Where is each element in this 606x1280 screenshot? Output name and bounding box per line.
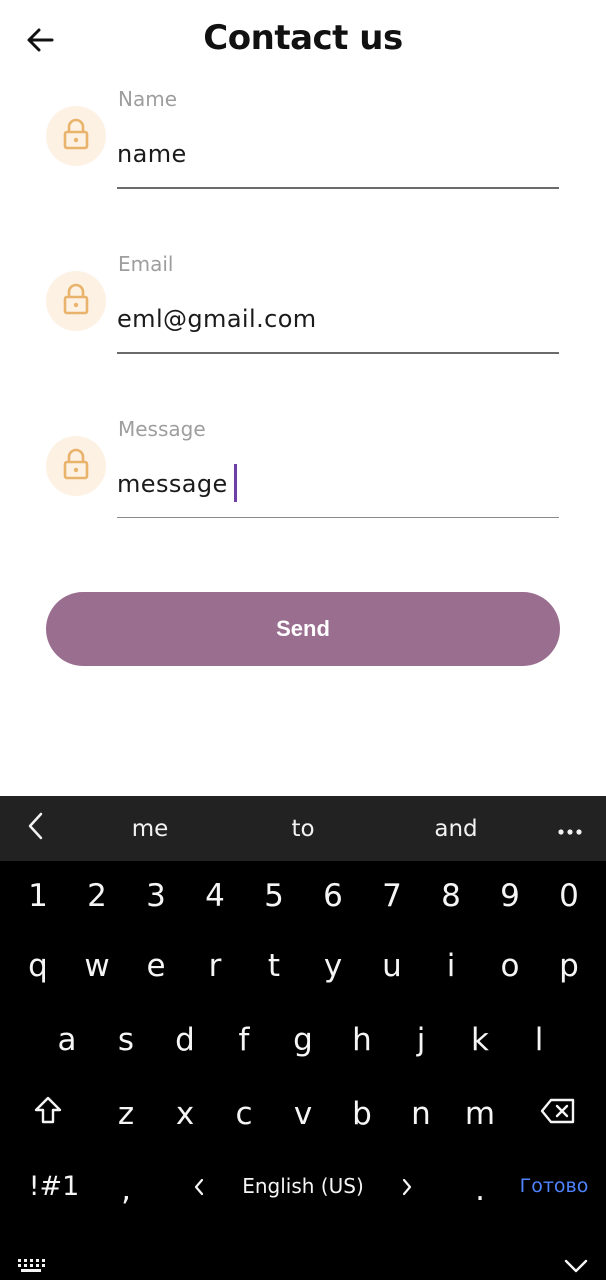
chevron-down-icon	[564, 1245, 588, 1280]
key-x[interactable]: x	[157, 1084, 213, 1144]
key-h[interactable]: h	[334, 1010, 390, 1070]
suggestion-item[interactable]: to	[243, 796, 363, 861]
key-g[interactable]: g	[275, 1010, 331, 1070]
key-f[interactable]: f	[216, 1010, 272, 1070]
key-m[interactable]: m	[452, 1084, 508, 1144]
spacebar-language-label[interactable]: English (US)	[223, 1156, 383, 1216]
more-horizontal-icon	[557, 816, 583, 842]
email-underline	[117, 352, 559, 354]
key-8[interactable]: 8	[423, 866, 479, 926]
key-s[interactable]: s	[98, 1010, 154, 1070]
suggestion-item[interactable]: me	[90, 796, 210, 861]
backspace-key[interactable]	[528, 1084, 588, 1144]
key-2[interactable]: 2	[69, 866, 125, 926]
language-next-button[interactable]	[390, 1156, 424, 1216]
key-r[interactable]: r	[187, 936, 243, 996]
key-w[interactable]: w	[69, 936, 125, 996]
done-key[interactable]: Готово	[514, 1156, 594, 1216]
key-1[interactable]: 1	[10, 866, 66, 926]
key-q[interactable]: q	[10, 936, 66, 996]
key-5[interactable]: 5	[246, 866, 302, 926]
collapse-suggestions-button[interactable]	[14, 796, 58, 861]
page-title: Contact us	[203, 18, 403, 58]
symbols-key[interactable]: !#1	[24, 1156, 84, 1216]
key-6[interactable]: 6	[305, 866, 361, 926]
chevron-left-icon	[193, 1168, 205, 1204]
key-7[interactable]: 7	[364, 866, 420, 926]
keyboard-switch-button[interactable]	[14, 1246, 48, 1280]
key-z[interactable]: z	[98, 1084, 154, 1144]
text-caret	[234, 464, 237, 502]
more-options-button[interactable]	[546, 796, 594, 861]
keyboard-icon	[17, 1245, 45, 1280]
name-input[interactable]	[117, 134, 559, 174]
message-field-icon-badge	[46, 436, 106, 496]
key-o[interactable]: o	[482, 936, 538, 996]
key-p[interactable]: p	[541, 936, 597, 996]
key-n[interactable]: n	[393, 1084, 449, 1144]
key-4[interactable]: 4	[187, 866, 243, 926]
lock-icon	[62, 448, 90, 485]
email-field-icon-badge	[46, 271, 106, 331]
chevron-left-icon	[26, 811, 46, 847]
language-prev-button[interactable]	[182, 1156, 216, 1216]
key-k[interactable]: k	[452, 1010, 508, 1070]
key-b[interactable]: b	[334, 1084, 390, 1144]
email-input[interactable]	[117, 299, 559, 339]
message-underline	[117, 517, 559, 518]
app-bar: Contact us	[0, 0, 606, 84]
key-i[interactable]: i	[423, 936, 479, 996]
name-label: Name	[118, 87, 178, 111]
key-j[interactable]: j	[393, 1010, 449, 1070]
onscreen-keyboard: me to and 1 2 3 4 5 6 7 8 9 0 q w e r t …	[0, 796, 606, 1280]
key-u[interactable]: u	[364, 936, 420, 996]
hide-keyboard-button[interactable]	[556, 1246, 596, 1280]
backspace-icon	[540, 1096, 576, 1132]
lock-icon	[62, 283, 90, 320]
chevron-right-icon	[401, 1168, 413, 1204]
key-3[interactable]: 3	[128, 866, 184, 926]
message-label: Message	[118, 417, 206, 441]
suggestion-item[interactable]: and	[396, 796, 516, 861]
key-e[interactable]: e	[128, 936, 184, 996]
period-key[interactable]: .	[452, 1160, 508, 1220]
send-button[interactable]: Send	[46, 592, 560, 666]
message-input[interactable]	[117, 464, 559, 504]
email-field-row: Email	[0, 249, 606, 369]
key-d[interactable]: d	[157, 1010, 213, 1070]
key-l[interactable]: l	[511, 1010, 567, 1070]
key-v[interactable]: v	[275, 1084, 331, 1144]
suggestion-bar: me to and	[0, 796, 606, 861]
email-label: Email	[118, 252, 174, 276]
name-field-icon-badge	[46, 106, 106, 166]
key-t[interactable]: t	[246, 936, 302, 996]
key-a[interactable]: a	[39, 1010, 95, 1070]
name-field-row: Name	[0, 84, 606, 204]
comma-key[interactable]: ,	[98, 1160, 154, 1220]
message-field-row: Message	[0, 414, 606, 534]
shift-key[interactable]	[20, 1084, 76, 1144]
key-y[interactable]: y	[305, 936, 361, 996]
lock-icon	[62, 118, 90, 155]
key-0[interactable]: 0	[541, 866, 597, 926]
key-c[interactable]: c	[216, 1084, 272, 1144]
key-9[interactable]: 9	[482, 866, 538, 926]
shift-icon	[33, 1095, 63, 1133]
name-underline	[117, 187, 559, 189]
